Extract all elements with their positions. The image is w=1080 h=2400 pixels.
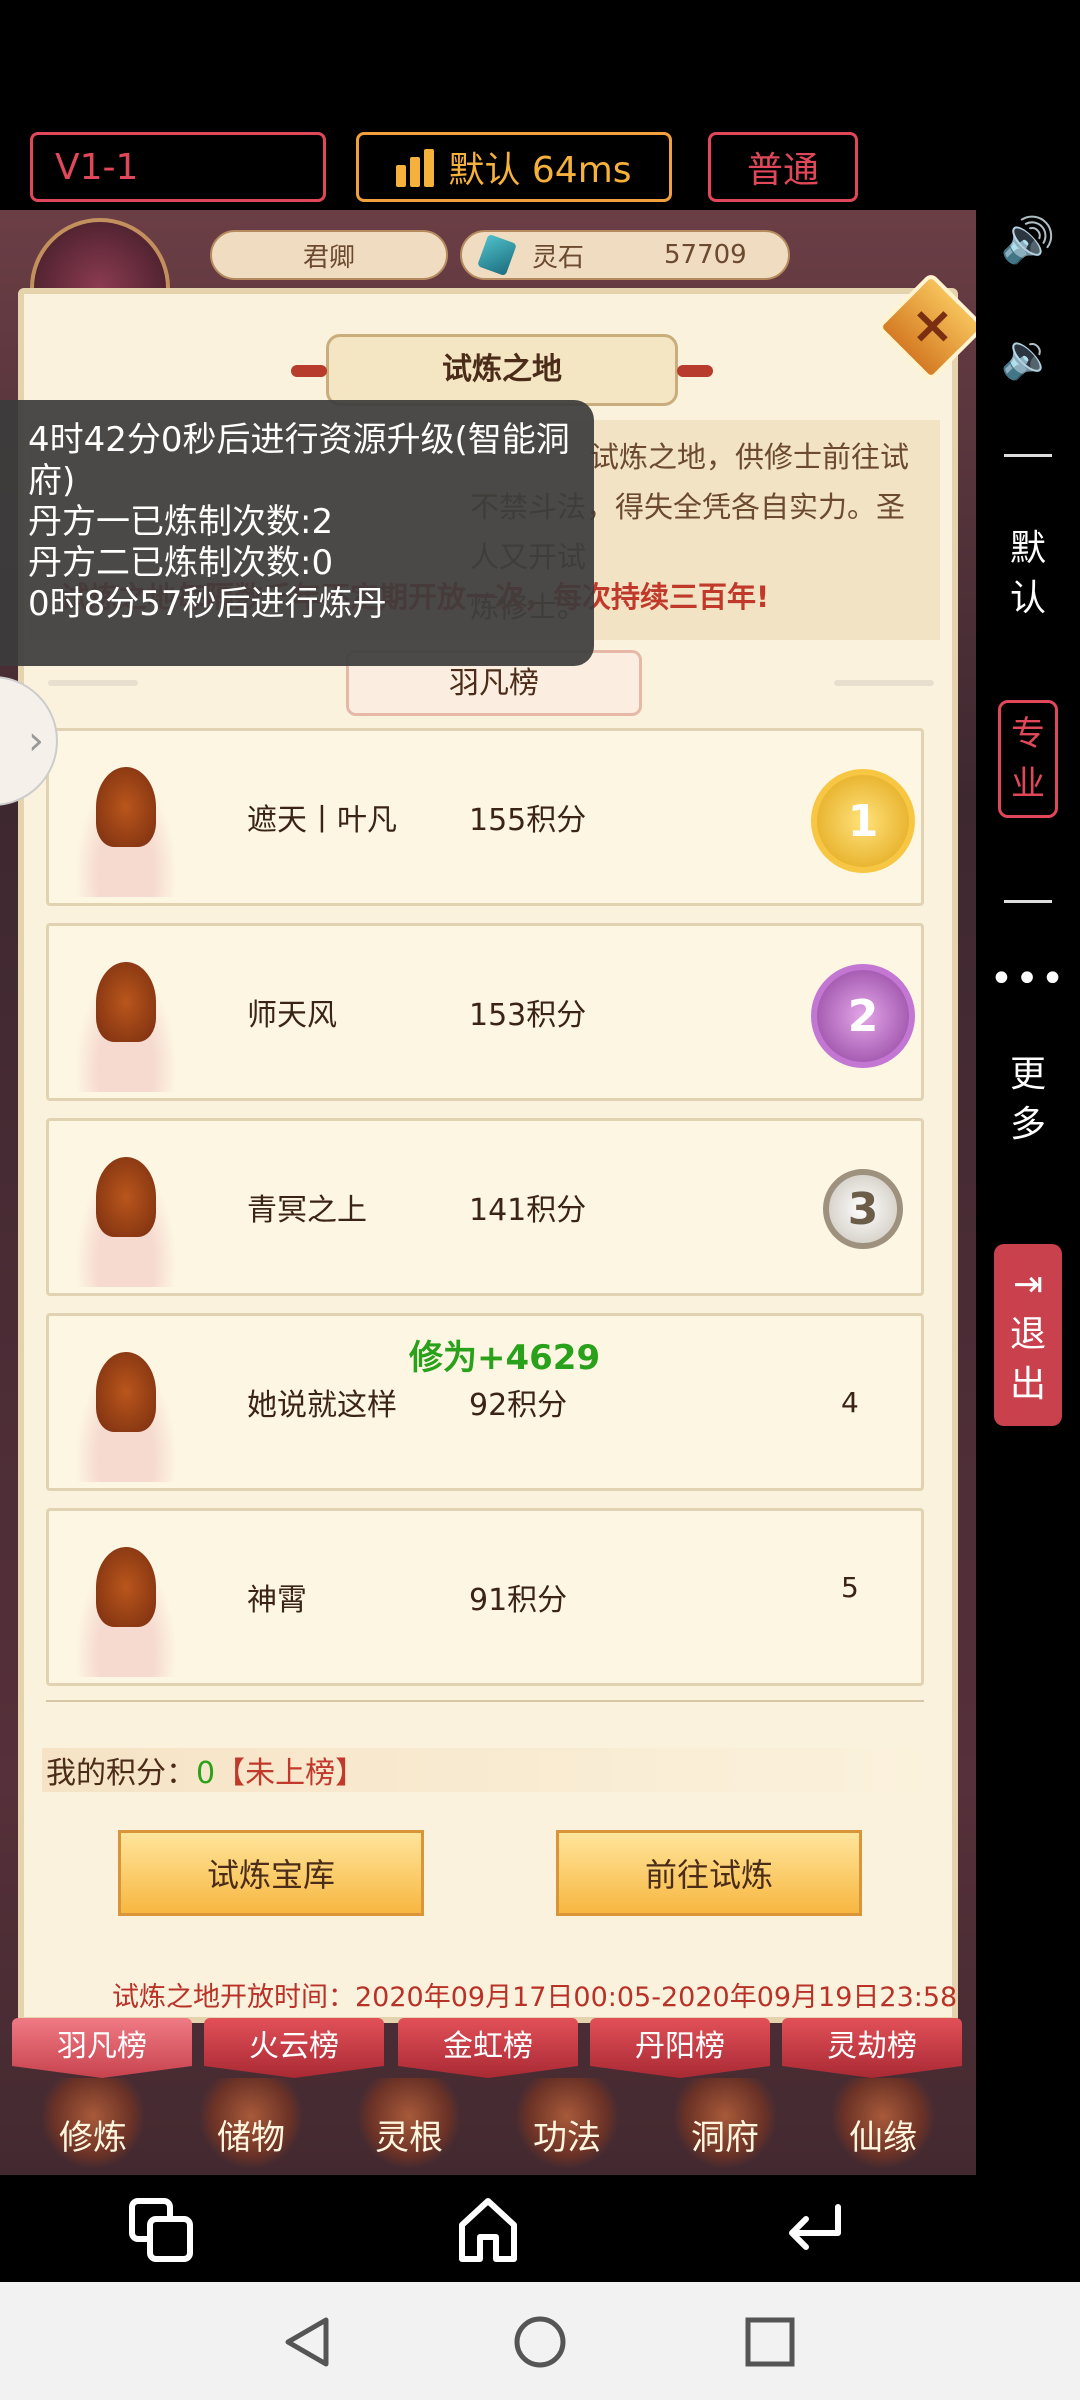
my-score: 我的积分：0【未上榜】: [42, 1748, 934, 1792]
lotus-avatar-icon: [61, 942, 191, 1092]
lotus-avatar-icon: [61, 1332, 191, 1482]
player-name: 神霄: [247, 1583, 307, 1618]
status-overlay: 4时42分0秒后进行资源升级(智能洞府) 丹方一已炼制次数:2 丹方二已炼制次数…: [0, 400, 594, 666]
volume-up-icon[interactable]: 🔊: [976, 214, 1080, 266]
trial-treasury-label: 试炼宝库: [206, 1856, 335, 1894]
spirit-stone-icon: [477, 233, 517, 277]
mode-label: 普通: [746, 150, 819, 191]
divider: [1004, 454, 1052, 457]
more-dots-icon[interactable]: •••: [976, 956, 1080, 1002]
exit-label: 退出: [1010, 1314, 1047, 1405]
tab-huoyun[interactable]: 火云榜: [204, 2018, 384, 2078]
bottom-menu: 修炼 储物 灵根 功法 洞府 仙缘: [0, 2078, 976, 2174]
overlay-line-2: 丹方一已炼制次数:2: [28, 502, 334, 542]
ranking-row[interactable]: 遮天丨叶凡 155积分 1: [46, 728, 924, 906]
tab-jinhong[interactable]: 金虹榜: [398, 2018, 578, 2078]
tab-linjie[interactable]: 灵劫榜: [782, 2018, 962, 2078]
ranking-row[interactable]: 神霄 91积分 5: [46, 1508, 924, 1686]
panel-title: 试炼之地: [291, 334, 713, 406]
my-score-label: 我的积分：: [46, 1756, 196, 1791]
home-circle-icon[interactable]: [512, 2314, 568, 2370]
ranking-row[interactable]: 师天风 153积分 2: [46, 923, 924, 1101]
menu-cultivate[interactable]: 修炼: [28, 2078, 158, 2174]
lotus-avatar-icon: [61, 747, 191, 897]
tab-yufan[interactable]: 羽凡榜: [12, 2018, 192, 2078]
divider: [1004, 900, 1052, 903]
network-label: 默认 64ms: [448, 150, 632, 191]
gold-medal-icon: 1: [811, 769, 915, 873]
player-name: 青冥之上: [247, 1193, 367, 1228]
overlay-line-1: 4时42分0秒后进行资源升级(智能洞府): [28, 420, 570, 501]
player-name: 她说就这样: [247, 1388, 397, 1423]
pro-mode-button[interactable]: 专业: [998, 700, 1058, 818]
menu-technique[interactable]: 功法: [502, 2078, 632, 2174]
ranking-row[interactable]: 青冥之上 141积分 3: [46, 1118, 924, 1296]
go-trial-label: 前往试炼: [644, 1856, 773, 1894]
exit-button[interactable]: ⇥ 退出: [994, 1244, 1062, 1426]
menu-cave[interactable]: 洞府: [660, 2078, 790, 2174]
recents-icon[interactable]: [744, 2316, 796, 2368]
game-area: 君卿 灵石 57709 × 试炼之地 试炼之地，供修士前往试 不禁斗法，得失全凭…: [0, 210, 976, 2175]
leaderboard-tabs: 羽凡榜 火云榜 金虹榜 丹阳榜 灵劫榜: [0, 2018, 976, 2078]
my-score-value: 0: [196, 1756, 216, 1791]
go-trial-button[interactable]: 前往试炼: [556, 1830, 862, 1916]
menu-storage[interactable]: 储物: [186, 2078, 316, 2174]
divider: [46, 1700, 924, 1702]
overlay-line-3: 丹方二已炼制次数:0: [28, 543, 334, 583]
rank-number: 4: [841, 1386, 859, 1419]
currency-name: 灵石: [532, 242, 585, 273]
player-score: 91积分: [469, 1583, 568, 1618]
menu-fate[interactable]: 仙缘: [818, 2078, 948, 2174]
player-hud: 君卿 灵石 57709: [0, 210, 976, 358]
stream-nav-bar: [0, 2175, 1080, 2282]
silver-medal-icon: 2: [811, 964, 915, 1068]
player-score: 155积分: [469, 803, 587, 838]
more-label: 更多: [1009, 1054, 1046, 1145]
lotus-avatar-icon: [61, 1527, 191, 1677]
player-score: 153积分: [469, 998, 587, 1033]
trial-treasury-button[interactable]: 试炼宝库: [118, 1830, 424, 1916]
desc-line-1: 试炼之地，供修士前往试: [590, 440, 910, 474]
volume-down-icon[interactable]: 🔉: [976, 330, 1080, 382]
overlay-line-4: 0时8分57秒后进行炼丹: [28, 584, 387, 624]
currency-display: 灵石 57709: [460, 230, 790, 280]
copy-icon[interactable]: [128, 2197, 196, 2263]
player-name: 遮天丨叶凡: [247, 803, 397, 838]
player-name: 师天风: [247, 998, 337, 1033]
divider: [48, 680, 138, 686]
stream-top-bar: V1-1 默认 64ms 普通: [0, 0, 1080, 210]
currency-value: 57709: [664, 240, 747, 270]
version-label: V1-1: [55, 146, 139, 188]
close-icon: ×: [910, 295, 955, 356]
home-icon[interactable]: [456, 2195, 520, 2265]
return-icon[interactable]: [784, 2203, 844, 2253]
my-score-status: 【未上榜】: [215, 1756, 366, 1791]
signal-bars-icon: [396, 147, 435, 187]
more-button[interactable]: 更多: [976, 1050, 1080, 1150]
back-icon[interactable]: [282, 2314, 332, 2370]
default-quality-label: 默认: [1009, 528, 1046, 619]
lotus-avatar-icon: [61, 1137, 191, 1287]
stream-side-panel: 🔊 🔉 默认 专业 ••• 更多 ⇥ 退出: [976, 210, 1080, 2175]
menu-spirit-root[interactable]: 灵根: [344, 2078, 474, 2174]
pro-mode-label: 专业: [1011, 714, 1045, 804]
exit-icon: ⇥: [1012, 1264, 1044, 1305]
player-score: 92积分: [469, 1388, 568, 1423]
cultivation-gain-popup: 修为+4629: [409, 1338, 601, 1378]
tab-danyang[interactable]: 丹阳榜: [590, 2018, 770, 2078]
network-latency-button[interactable]: 默认 64ms: [356, 132, 672, 202]
default-quality-button[interactable]: 默认: [976, 524, 1080, 624]
player-name: 君卿: [210, 230, 448, 280]
divider: [834, 680, 934, 686]
player-score: 141积分: [469, 1193, 587, 1228]
mode-button[interactable]: 普通: [708, 132, 858, 202]
system-nav-bar: [0, 2282, 1080, 2400]
bronze-medal-icon: 3: [823, 1169, 903, 1249]
rank-number: 5: [841, 1571, 859, 1604]
chevron-right-icon: ›: [28, 718, 44, 764]
open-time: 试炼之地开放时间：2020年09月17日00:05-2020年09月19日23:…: [112, 1982, 958, 2013]
ranking-row[interactable]: 修为+4629 她说就这样 92积分 4: [46, 1313, 924, 1491]
version-button[interactable]: V1-1: [30, 132, 326, 202]
